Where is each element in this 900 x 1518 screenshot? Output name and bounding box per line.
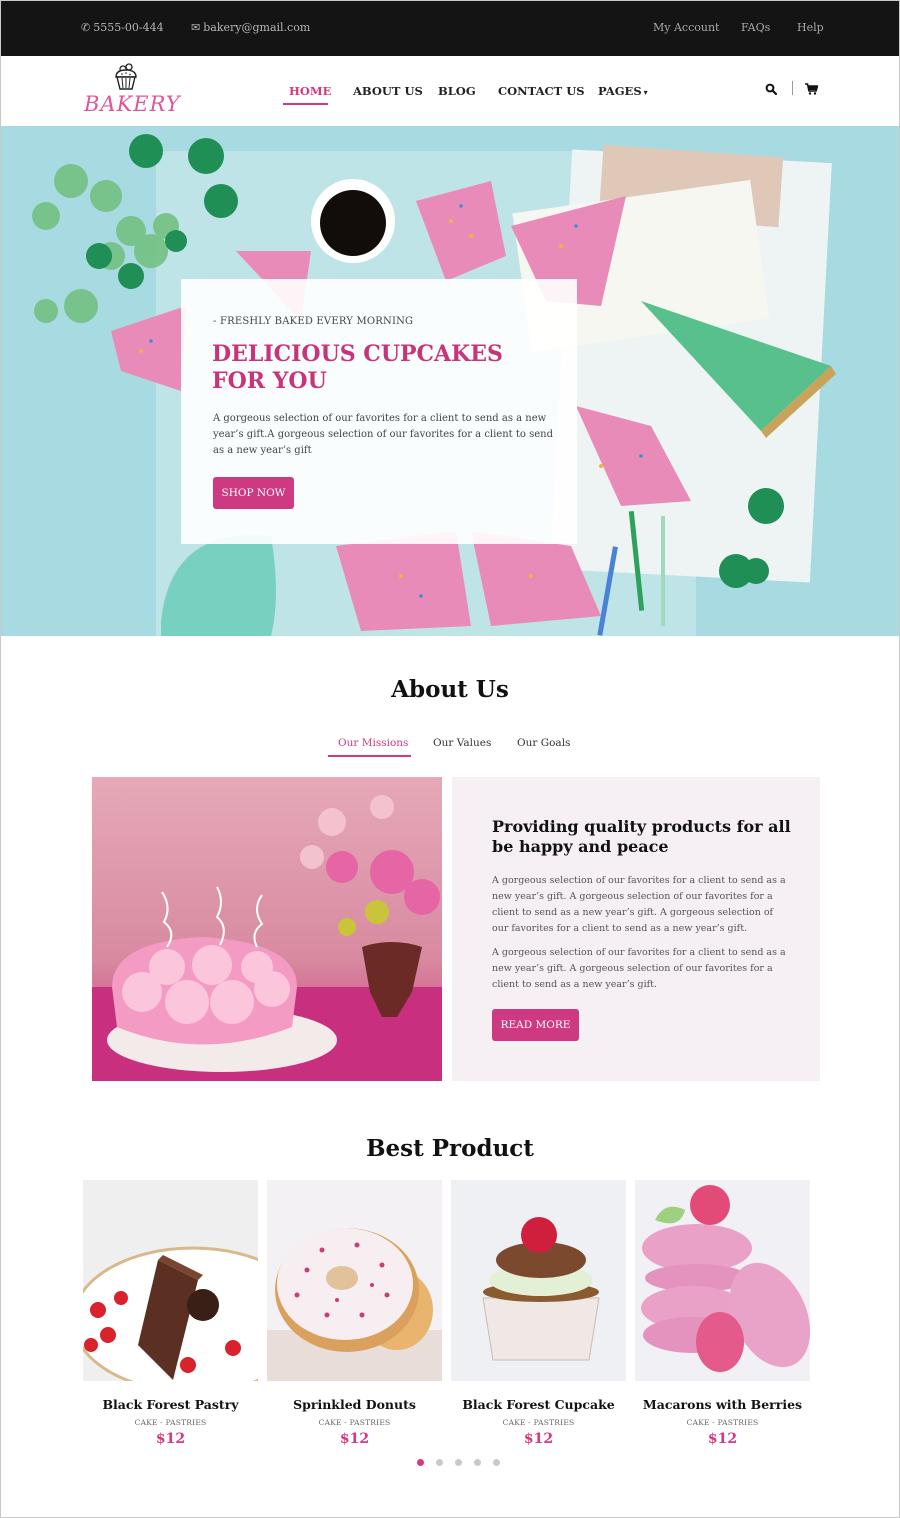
logo-text: BAKERY	[84, 92, 181, 116]
nav-home[interactable]: HOME	[289, 84, 331, 98]
carousel-dot-2[interactable]	[436, 1459, 443, 1466]
main-header: BAKERY HOME ABOUT US BLOG CONTACT US PAG…	[1, 56, 899, 126]
product-name: Macarons with Berries	[642, 1397, 803, 1412]
about-content-panel: Providing quality products for all be ha…	[452, 777, 820, 1081]
hero-kicker: - FRESHLY BAKED EVERY MORNING	[213, 316, 414, 327]
tab-our-missions[interactable]: Our Missions	[338, 737, 408, 749]
tab-our-values[interactable]: Our Values	[433, 737, 491, 749]
hero-title: DELICIOUS CUPCAKES FOR YOU	[212, 341, 503, 394]
caret-down-icon: ▾	[643, 87, 648, 97]
product-category: CAKE - PASTRIES	[686, 1418, 759, 1427]
product-price: $12	[155, 1431, 186, 1447]
product-price: $12	[707, 1431, 738, 1447]
carousel-dot-4[interactable]	[474, 1459, 481, 1466]
email-contact[interactable]: ✉ bakery@gmail.com	[191, 21, 310, 34]
product-image-black-forest-cupcake	[451, 1180, 626, 1381]
product-category: CAKE - PASTRIES	[502, 1418, 575, 1427]
top-bar: ✆ 5555-00-444 ✉ bakery@gmail.com My Acco…	[1, 1, 899, 56]
product-image-macarons-with-berries	[635, 1180, 810, 1381]
hero-card: - FRESHLY BAKED EVERY MORNING DELICIOUS …	[181, 279, 577, 544]
faqs-link[interactable]: FAQs	[741, 21, 770, 34]
product-name: Black Forest Pastry	[102, 1397, 239, 1412]
phone-icon: ✆	[81, 21, 91, 34]
product-card[interactable]: Black Forest Pastry CAKE - PASTRIES $12	[83, 1180, 258, 1447]
hero-banner: - FRESHLY BAKED EVERY MORNING DELICIOUS …	[1, 126, 899, 636]
product-card[interactable]: Sprinkled Donuts CAKE - PASTRIES $12	[267, 1180, 442, 1447]
product-card[interactable]: Black Forest Cupcake CAKE - PASTRIES $12	[451, 1180, 626, 1447]
product-image-sprinkled-donuts	[267, 1180, 442, 1381]
best-product-title: Best Product	[366, 1135, 534, 1162]
product-category: CAKE - PASTRIES	[318, 1418, 391, 1427]
my-account-link[interactable]: My Account	[653, 21, 719, 34]
logo[interactable]: BAKERY	[81, 62, 180, 122]
nav-pages[interactable]: PAGES ▾	[598, 84, 648, 98]
carousel-pagination	[417, 1459, 500, 1466]
header-divider	[792, 81, 793, 95]
envelope-icon: ✉	[191, 21, 201, 34]
about-paragraph-2: A gorgeous selection of our favorites fo…	[492, 947, 786, 990]
about-section-title: About Us	[391, 676, 509, 703]
hero-description: A gorgeous selection of our favorites fo…	[213, 413, 553, 456]
product-image-black-forest-pastry	[83, 1180, 258, 1381]
search-icon[interactable]	[765, 83, 777, 95]
product-card[interactable]: Macarons with Berries CAKE - PASTRIES $1…	[635, 1180, 810, 1447]
product-price: $12	[523, 1431, 554, 1447]
about-cake-image	[92, 777, 442, 1081]
carousel-dot-3[interactable]	[455, 1459, 462, 1466]
product-category: CAKE - PASTRIES	[134, 1418, 207, 1427]
nav-blog[interactable]: BLOG	[438, 84, 476, 98]
about-paragraph-1: A gorgeous selection of our favorites fo…	[492, 875, 786, 934]
carousel-dot-1[interactable]	[417, 1459, 424, 1466]
nav-contact-us[interactable]: CONTACT US	[498, 84, 585, 98]
product-name: Sprinkled Donuts	[293, 1397, 416, 1412]
nav-active-indicator	[283, 103, 328, 105]
shop-now-button[interactable]: SHOP NOW	[213, 477, 294, 509]
help-link[interactable]: Help	[797, 21, 824, 34]
carousel-dot-5[interactable]	[493, 1459, 500, 1466]
phone-contact[interactable]: ✆ 5555-00-444	[81, 21, 164, 34]
nav-pages-label: PAGES	[598, 84, 642, 98]
tab-our-goals[interactable]: Our Goals	[517, 737, 570, 749]
phone-number: 5555-00-444	[93, 21, 164, 34]
product-price: $12	[339, 1431, 370, 1447]
product-name: Black Forest Cupcake	[462, 1397, 615, 1412]
cart-icon[interactable]	[805, 83, 818, 95]
nav-about-us[interactable]: ABOUT US	[353, 84, 423, 98]
email-address: bakery@gmail.com	[203, 21, 311, 34]
cupcake-icon	[115, 63, 137, 90]
read-more-button[interactable]: READ MORE	[492, 1009, 579, 1041]
tab-active-indicator	[328, 755, 411, 757]
about-heading: Providing quality products for all be ha…	[492, 817, 791, 856]
